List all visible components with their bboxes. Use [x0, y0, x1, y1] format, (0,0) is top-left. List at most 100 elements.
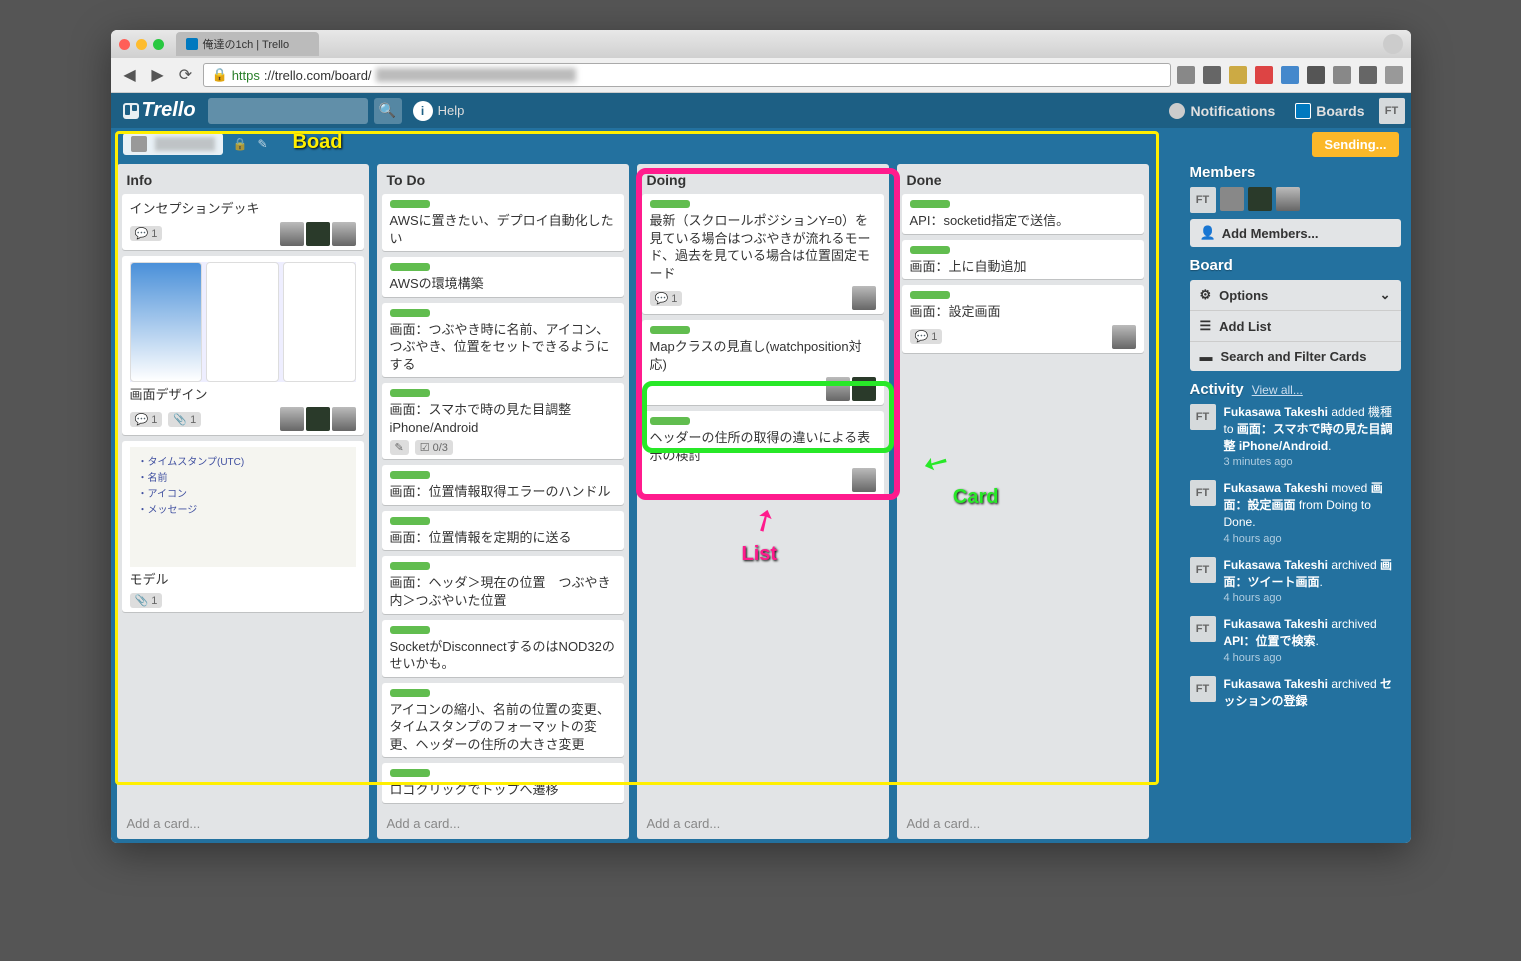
member-avatar[interactable] [332, 407, 356, 431]
trello-logo[interactable]: Trello [117, 99, 202, 122]
card[interactable]: 最新（スクロールポジションY=0）を見ている場合はつぶやきが流れるモード、過去を… [642, 194, 884, 314]
edit-icon[interactable]: ✎ [257, 137, 267, 151]
browser-tab[interactable]: 俺達の1ch | Trello [176, 32, 320, 56]
boards-button[interactable]: Boards [1289, 100, 1370, 122]
comment-badge: 💬 1 [130, 412, 163, 427]
activity-avatar[interactable]: FT [1190, 616, 1216, 642]
card[interactable]: ロゴクリックでトップへ遷移 [382, 763, 624, 803]
search-button[interactable]: 🔍 [374, 98, 402, 124]
activity-text: Fukasawa Takeshi archived セッションの登録 [1224, 676, 1401, 710]
card-badges: 💬 1 [650, 286, 876, 310]
card[interactable]: ・タイムスタンプ(UTC)・名前・アイコン・メッセージモデル📎 1 [122, 441, 364, 612]
card[interactable]: インセプションデッキ 💬 1 [122, 194, 364, 250]
card-text: ロゴクリックでトップへ遷移 [390, 781, 616, 799]
activity-text: Fukasawa Takeshi moved 画面：設定画面 from Doin… [1224, 480, 1401, 530]
lock-icon[interactable]: 🔒 [233, 137, 248, 151]
member-avatar[interactable] [1220, 187, 1244, 211]
card-members [852, 286, 876, 310]
activity-avatar[interactable]: FT [1190, 404, 1216, 430]
view-all-link[interactable]: View all... [1252, 383, 1303, 397]
add-card-link[interactable]: Add a card... [637, 808, 889, 839]
card[interactable]: ヘッダーの住所の取得の違いによる表示の検討 [642, 411, 884, 496]
card-badges: 💬 1 [130, 222, 356, 246]
card-text: 画面デザイン [130, 386, 356, 404]
extension-icon[interactable] [1203, 66, 1221, 84]
list-header[interactable]: To Do [377, 164, 629, 194]
search-filter-button[interactable]: ▬ Search and Filter Cards [1190, 342, 1401, 371]
member-avatar[interactable] [332, 222, 356, 246]
card[interactable]: 画面：設定画面💬 1 [902, 285, 1144, 353]
card[interactable]: SocketがDisconnectするのはNOD32のせいかも。 [382, 620, 624, 677]
help-button[interactable]: i Help [413, 101, 465, 121]
card[interactable]: アイコンの縮小、名前の位置の変更、タイムスタンプのフォーマットの変更、ヘッダーの… [382, 683, 624, 758]
card[interactable]: AWSに置きたい、デプロイ自動化したい [382, 194, 624, 251]
extension-icon[interactable] [1255, 66, 1273, 84]
card-label [650, 326, 690, 334]
card[interactable]: AWSの環境構築 [382, 257, 624, 297]
card-text: アイコンの縮小、名前の位置の変更、タイムスタンプのフォーマットの変更、ヘッダーの… [390, 701, 616, 754]
search-input[interactable] [208, 98, 368, 124]
card-text: インセプションデッキ [130, 200, 356, 218]
member-avatar[interactable] [280, 407, 304, 431]
member-avatar[interactable] [852, 286, 876, 310]
board-title[interactable] [123, 133, 223, 155]
add-card-link[interactable]: Add a card... [377, 808, 629, 839]
member-avatar[interactable] [280, 222, 304, 246]
notifications-button[interactable]: Notifications [1163, 100, 1281, 122]
member-avatar[interactable] [306, 407, 330, 431]
add-list-button[interactable]: ☰ Add List [1190, 311, 1401, 342]
comment-badge: 💬 1 [130, 226, 163, 241]
card[interactable]: 画面：ヘッダ＞現在の位置 つぶやき内＞つぶやいた位置 [382, 556, 624, 613]
member-avatar[interactable]: FT [1190, 187, 1216, 213]
member-avatar[interactable] [852, 377, 876, 401]
lock-icon: 🔒 [212, 67, 228, 83]
maximize-window-button[interactable] [153, 39, 164, 50]
list-header[interactable]: Info [117, 164, 369, 194]
reload-button[interactable]: ⟳ [175, 64, 197, 86]
card-members [852, 468, 876, 492]
activity-avatar[interactable]: FT [1190, 480, 1216, 506]
forward-button[interactable]: ▶ [147, 64, 169, 86]
extension-icon[interactable] [1359, 66, 1377, 84]
member-avatar[interactable] [852, 468, 876, 492]
card[interactable]: 画面：スマホで時の見た目調整 iPhone/Android✎☑ 0/3 [382, 383, 624, 459]
minimize-window-button[interactable] [136, 39, 147, 50]
member-avatar[interactable] [306, 222, 330, 246]
member-avatar[interactable] [826, 377, 850, 401]
card-text: 画面：設定画面 [910, 303, 1136, 321]
back-button[interactable]: ◀ [119, 64, 141, 86]
card[interactable]: 画面：上に自動追加 [902, 240, 1144, 280]
card[interactable]: API：socketid指定で送信。 [902, 194, 1144, 234]
options-button[interactable]: ⚙ Options ⌄ [1190, 280, 1401, 311]
extension-icon[interactable] [1307, 66, 1325, 84]
card[interactable]: Mapクラスの見直し(watchposition対応) [642, 320, 884, 405]
add-card-link[interactable]: Add a card... [897, 808, 1149, 839]
menu-icon[interactable] [1385, 66, 1403, 84]
close-window-button[interactable] [119, 39, 130, 50]
card-text: 画面：上に自動追加 [910, 258, 1136, 276]
extension-icon[interactable] [1333, 66, 1351, 84]
list-cards: AWSに置きたい、デプロイ自動化したい AWSの環境構築画面：つぶやき時に名前、ア… [377, 194, 629, 808]
list: Infoインセプションデッキ💬 1画面デザイン💬 1📎 1・タイムスタンプ(UT… [117, 164, 369, 839]
member-avatar[interactable] [1112, 325, 1136, 349]
activity-avatar[interactable]: FT [1190, 676, 1216, 702]
member-avatar[interactable] [1276, 187, 1300, 211]
member-avatar[interactable] [1248, 187, 1272, 211]
profile-icon[interactable] [1383, 34, 1403, 54]
card[interactable]: 画面：つぶやき時に名前、アイコン、つぶやき、位置をセットできるようにする [382, 303, 624, 378]
list-header[interactable]: Done [897, 164, 1149, 194]
list-header[interactable]: Doing [637, 164, 889, 194]
extension-icon[interactable] [1229, 66, 1247, 84]
activity-avatar[interactable]: FT [1190, 557, 1216, 583]
card[interactable]: 画面デザイン💬 1📎 1 [122, 256, 364, 436]
add-card-link[interactable]: Add a card... [117, 808, 369, 839]
extension-icon[interactable] [1177, 66, 1195, 84]
user-avatar[interactable]: FT [1379, 98, 1405, 124]
add-members-button[interactable]: 👤 Add Members... [1190, 219, 1401, 247]
activity-item: FTFukasawa Takeshi archived API：位置で検索.4 … [1190, 616, 1401, 664]
card[interactable]: 画面：位置情報を定期的に送る [382, 511, 624, 551]
card[interactable]: 画面：位置情報取得エラーのハンドル [382, 465, 624, 505]
extension-icon[interactable] [1281, 66, 1299, 84]
url-field[interactable]: 🔒 https://trello.com/board/ [203, 63, 1171, 87]
card-label [650, 200, 690, 208]
